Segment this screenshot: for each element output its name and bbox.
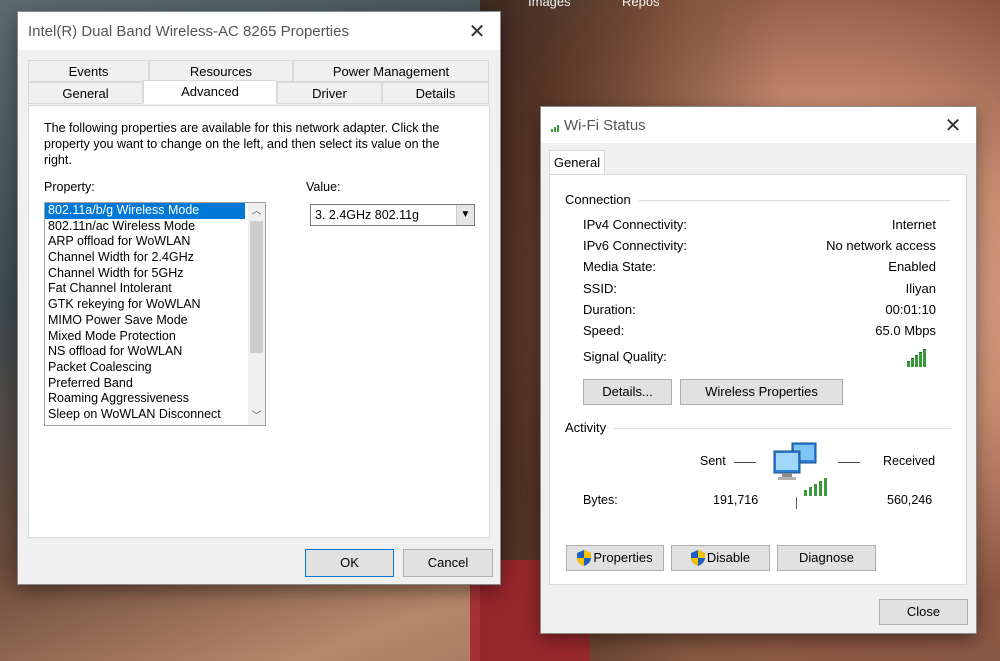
tab-general[interactable]: General: [549, 150, 605, 175]
property-list-item[interactable]: Channel Width for 2.4GHz: [45, 250, 245, 266]
properties-button[interactable]: Properties: [566, 545, 664, 571]
scrollbar-thumb[interactable]: [250, 221, 263, 353]
connection-row: Media State: Enabled: [583, 259, 936, 274]
network-computers-icon: [773, 442, 827, 496]
received-line: [838, 462, 860, 463]
connection-group-title: Connection: [565, 192, 639, 207]
wireless-properties-button[interactable]: Wireless Properties: [680, 379, 843, 405]
connection-row: Duration: 00:01:10: [583, 302, 936, 317]
connection-row-value: Enabled: [888, 259, 936, 275]
tab-resources[interactable]: Resources: [149, 60, 293, 82]
tab-advanced[interactable]: Advanced: [143, 80, 277, 104]
connection-row: IPv4 Connectivity: Internet: [583, 217, 936, 232]
panel-description: The following properties are available f…: [44, 121, 440, 167]
connection-row-label: IPv6 Connectivity:: [583, 238, 688, 254]
properties-button-label: Properties: [593, 550, 653, 565]
tab-row-top: Events Resources Power Management: [28, 60, 489, 82]
connection-row-value: Iliyan: [905, 280, 936, 296]
property-list-item[interactable]: 802.11n/ac Wireless Mode: [45, 219, 245, 235]
connection-row-label: IPv4 Connectivity:: [583, 217, 688, 232]
adapter-properties-dialog: Intel(R) Dual Band Wireless-AC 8265 Prop…: [18, 12, 500, 584]
tab-details[interactable]: Details: [382, 82, 489, 104]
value-dropdown[interactable]: 3. 2.4GHz 802.11g ▼: [310, 204, 475, 226]
property-list-item[interactable]: GTK rekeying for WoWLAN: [45, 297, 245, 313]
property-list-item[interactable]: Channel Width for 5GHz: [45, 266, 245, 282]
connection-row-label: SSID:: [583, 280, 617, 296]
diagnose-button[interactable]: Diagnose: [777, 545, 876, 571]
wifi-status-dialog: Wi-Fi Status ✕ General Connection IPv4 C…: [541, 107, 976, 633]
property-list-item[interactable]: ARP offload for WoWLAN: [45, 234, 245, 250]
properties-titlebar[interactable]: Intel(R) Dual Band Wireless-AC 8265 Prop…: [18, 12, 500, 50]
listbox-scrollbar[interactable]: ︿ ﹀: [248, 203, 265, 425]
uac-shield-icon: [577, 550, 592, 566]
tab-events[interactable]: Events: [28, 60, 149, 82]
disable-button[interactable]: Disable: [671, 545, 770, 571]
close-button[interactable]: Close: [879, 599, 968, 625]
desktop-icon-label-images[interactable]: Images: [528, 0, 571, 9]
value-label: Value:: [306, 180, 341, 194]
bytes-sent-value: 191,716: [713, 493, 759, 507]
property-list-item[interactable]: Packet Coalescing: [45, 360, 245, 376]
close-icon[interactable]: ✕: [930, 106, 976, 144]
scroll-up-arrow-icon[interactable]: ︿: [248, 203, 265, 220]
sent-line: [734, 462, 756, 463]
details-button[interactable]: Details...: [583, 379, 672, 405]
wifi-signal-icon: [551, 122, 559, 132]
property-list-item[interactable]: Preferred Band: [45, 376, 245, 392]
close-icon[interactable]: ✕: [454, 12, 500, 50]
property-listbox[interactable]: 802.11a/b/g Wireless Mode 802.11n/ac Wire…: [44, 202, 266, 426]
connection-row-value: Internet: [891, 217, 936, 232]
connection-row-value: 00:01:10: [885, 301, 936, 317]
property-list-item[interactable]: Fat Channel Intolerant: [45, 281, 245, 297]
disable-button-label: Disable: [706, 550, 751, 565]
tab-driver[interactable]: Driver: [277, 82, 382, 104]
connection-row-value: 65.0 Mbps: [875, 323, 936, 338]
received-label: Received: [883, 454, 936, 468]
tab-general[interactable]: General: [28, 82, 143, 104]
scroll-down-arrow-icon[interactable]: ﹀: [248, 408, 265, 425]
activity-indicator: [796, 497, 797, 509]
general-tab-panel: Connection IPv4 Connectivity: Internet IPv…: [549, 174, 967, 585]
tab-power-management[interactable]: Power Management: [293, 60, 489, 82]
signal-quality-label: Signal Quality:: [583, 349, 667, 364]
property-list-item[interactable]: Sleep on WoWLAN Disconnect: [45, 407, 245, 423]
connection-row-label: Media State:: [583, 259, 656, 275]
property-list-item[interactable]: Mixed Mode Protection: [45, 329, 245, 345]
bytes-label: Bytes:: [583, 493, 618, 507]
wifi-status-titlebar[interactable]: Wi-Fi Status ✕: [541, 107, 976, 143]
sent-label: Sent: [700, 454, 726, 468]
connection-row: SSID: Iliyan: [583, 281, 936, 296]
divider: [565, 428, 951, 429]
chevron-down-icon[interactable]: ▼: [456, 205, 474, 225]
property-list-item[interactable]: Roaming Aggressiveness: [45, 391, 245, 407]
property-list-item[interactable]: NS offload for WoWLAN: [45, 344, 245, 360]
connection-row: Speed: 65.0 Mbps: [583, 323, 936, 338]
property-list-item[interactable]: MIMO Power Save Mode: [45, 313, 245, 329]
desktop-icon-label-repos[interactable]: Repos: [622, 0, 660, 9]
advanced-tab-panel: The following properties are available f…: [28, 105, 490, 538]
property-label: Property:: [44, 180, 95, 194]
wifi-status-title: Wi-Fi Status: [564, 116, 646, 134]
bytes-received-value: 560,246: [887, 493, 933, 507]
property-list-item[interactable]: 802.11a/b/g Wireless Mode: [45, 203, 245, 219]
ok-button[interactable]: OK: [305, 549, 394, 577]
tab-row-bottom: General Advanced Driver Details: [28, 80, 489, 104]
uac-shield-icon: [690, 550, 705, 566]
signal-quality-row: Signal Quality:: [583, 349, 936, 367]
connection-row-value: No network access: [826, 238, 936, 254]
signal-strength-icon: [907, 349, 926, 367]
cancel-button[interactable]: Cancel: [403, 549, 493, 577]
connection-row-label: Duration:: [583, 301, 636, 317]
connection-row: IPv6 Connectivity: No network access: [583, 238, 936, 253]
activity-group-title: Activity: [565, 420, 615, 435]
value-dropdown-text: 3. 2.4GHz 802.11g: [315, 208, 420, 222]
properties-title: Intel(R) Dual Band Wireless-AC 8265 Prop…: [28, 22, 349, 40]
connection-row-label: Speed:: [583, 323, 625, 338]
